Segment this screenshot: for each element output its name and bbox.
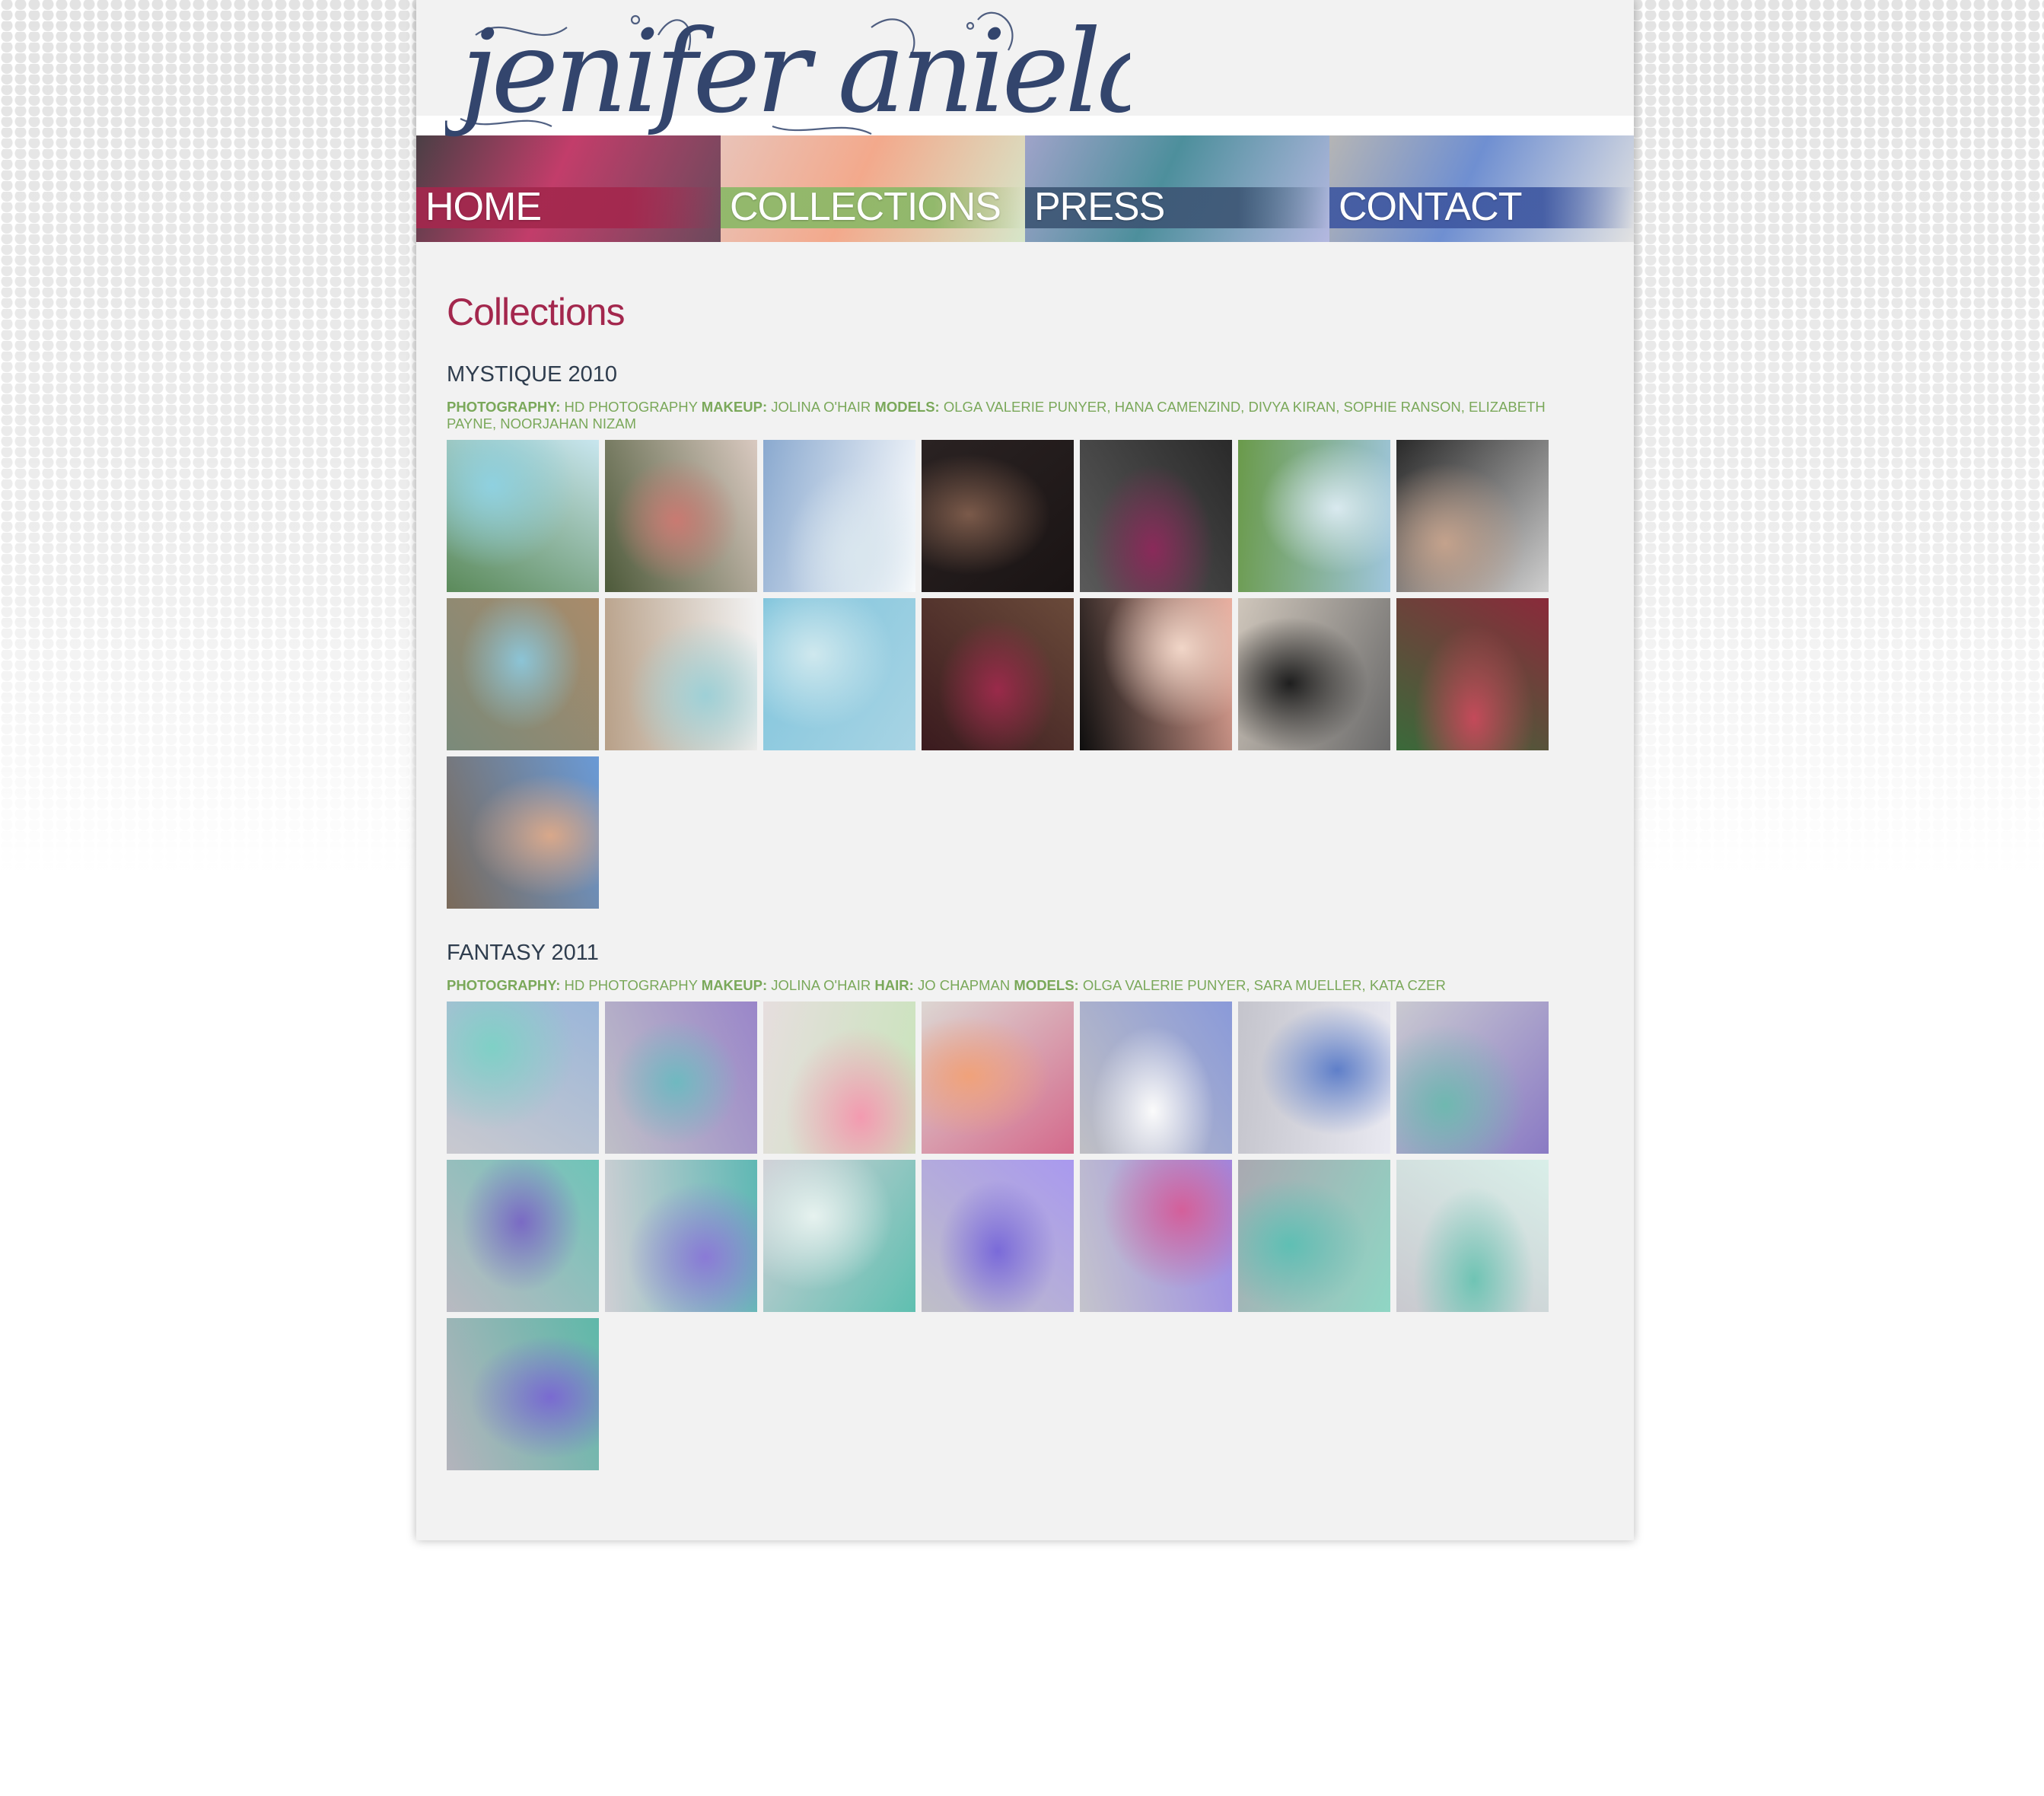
nav-press[interactable]: PRESS: [1025, 135, 1329, 242]
collection-fantasy: FANTASY 2011 PHOTOGRAPHY: HD PHOTOGRAPHY…: [447, 939, 1588, 1470]
collection-photo[interactable]: [1080, 1001, 1232, 1154]
credit-label: MODELS:: [874, 399, 940, 415]
credit-value: JO CHAPMAN: [917, 977, 1011, 993]
nav-press-label: PRESS: [1034, 185, 1165, 229]
collection-photo[interactable]: [763, 1160, 915, 1312]
credit-label: PHOTOGRAPHY:: [447, 977, 561, 993]
collection-photo[interactable]: [447, 756, 599, 909]
collection-photo[interactable]: [605, 598, 757, 750]
collection-mystique: MYSTIQUE 2010 PHOTOGRAPHY: HD PHOTOGRAPH…: [447, 361, 1588, 909]
credit-value: JOLINA O'HAIR: [771, 399, 871, 415]
credit-label: PHOTOGRAPHY:: [447, 399, 561, 415]
site-logo[interactable]: jenifer aniela: [439, 5, 1165, 142]
collection-photo[interactable]: [447, 1318, 599, 1470]
collection-title: FANTASY 2011: [447, 941, 599, 965]
collection-photo[interactable]: [1080, 1160, 1232, 1312]
nav-home[interactable]: HOME: [416, 135, 721, 242]
collection-photo[interactable]: [447, 440, 599, 592]
nav-contact-label: CONTACT: [1339, 185, 1522, 229]
nav-collections-label: COLLECTIONS: [730, 185, 1001, 229]
nav-contact[interactable]: CONTACT: [1329, 135, 1634, 242]
collection-credits: PHOTOGRAPHY: HD PHOTOGRAPHY MAKEUP: JOLI…: [447, 399, 1558, 432]
collection-photo[interactable]: [922, 598, 1074, 750]
collection-photo[interactable]: [605, 1160, 757, 1312]
collection-photo[interactable]: [763, 598, 915, 750]
collection-photo[interactable]: [1080, 440, 1232, 592]
collection-photo[interactable]: [1238, 440, 1390, 592]
collection-photo[interactable]: [605, 1001, 757, 1154]
credit-value: HD PHOTOGRAPHY: [564, 977, 698, 993]
svg-text:jenifer aniela: jenifer aniela: [445, 6, 1130, 139]
collection-photo[interactable]: [922, 1001, 1074, 1154]
collection-photo[interactable]: [447, 598, 599, 750]
nav-collections[interactable]: COLLECTIONS: [721, 135, 1025, 242]
collection-photo[interactable]: [922, 1160, 1074, 1312]
collection-photo[interactable]: [922, 440, 1074, 592]
credit-value: OLGA VALERIE PUNYER, SARA MUELLER, KATA …: [1082, 977, 1446, 993]
credit-label: MODELS:: [1014, 977, 1079, 993]
main-content: Collections MYSTIQUE 2010 PHOTOGRAPHY: H…: [447, 289, 1588, 1470]
page-container: jenifer aniela HOME COLLECTIONS PRESS CO…: [416, 0, 1634, 1540]
collection-photo[interactable]: [1080, 598, 1232, 750]
credit-value: HD PHOTOGRAPHY: [564, 399, 698, 415]
photo-grid: [447, 440, 1588, 909]
collection-photo[interactable]: [1396, 1160, 1549, 1312]
collection-photo[interactable]: [1238, 598, 1390, 750]
page-title: Collections: [447, 291, 626, 333]
credit-label: HAIR:: [874, 977, 914, 993]
collection-photo[interactable]: [605, 440, 757, 592]
collection-photo[interactable]: [1396, 1001, 1549, 1154]
photo-grid: [447, 1001, 1588, 1470]
collection-photo[interactable]: [447, 1160, 599, 1312]
collection-photo[interactable]: [447, 1001, 599, 1154]
collection-photo[interactable]: [1396, 440, 1549, 592]
collection-credits: PHOTOGRAPHY: HD PHOTOGRAPHY MAKEUP: JOLI…: [447, 977, 1558, 994]
nav-home-label: HOME: [425, 185, 542, 229]
collection-photo[interactable]: [1238, 1160, 1390, 1312]
main-nav: HOME COLLECTIONS PRESS CONTACT: [416, 135, 1634, 242]
collection-photo[interactable]: [1396, 598, 1549, 750]
collection-title: MYSTIQUE 2010: [447, 362, 618, 387]
collection-photo[interactable]: [763, 1001, 915, 1154]
credit-value: JOLINA O'HAIR: [771, 977, 871, 993]
credit-label: MAKEUP:: [701, 977, 768, 993]
credit-label: MAKEUP:: [701, 399, 768, 415]
collection-photo[interactable]: [763, 440, 915, 592]
collection-photo[interactable]: [1238, 1001, 1390, 1154]
